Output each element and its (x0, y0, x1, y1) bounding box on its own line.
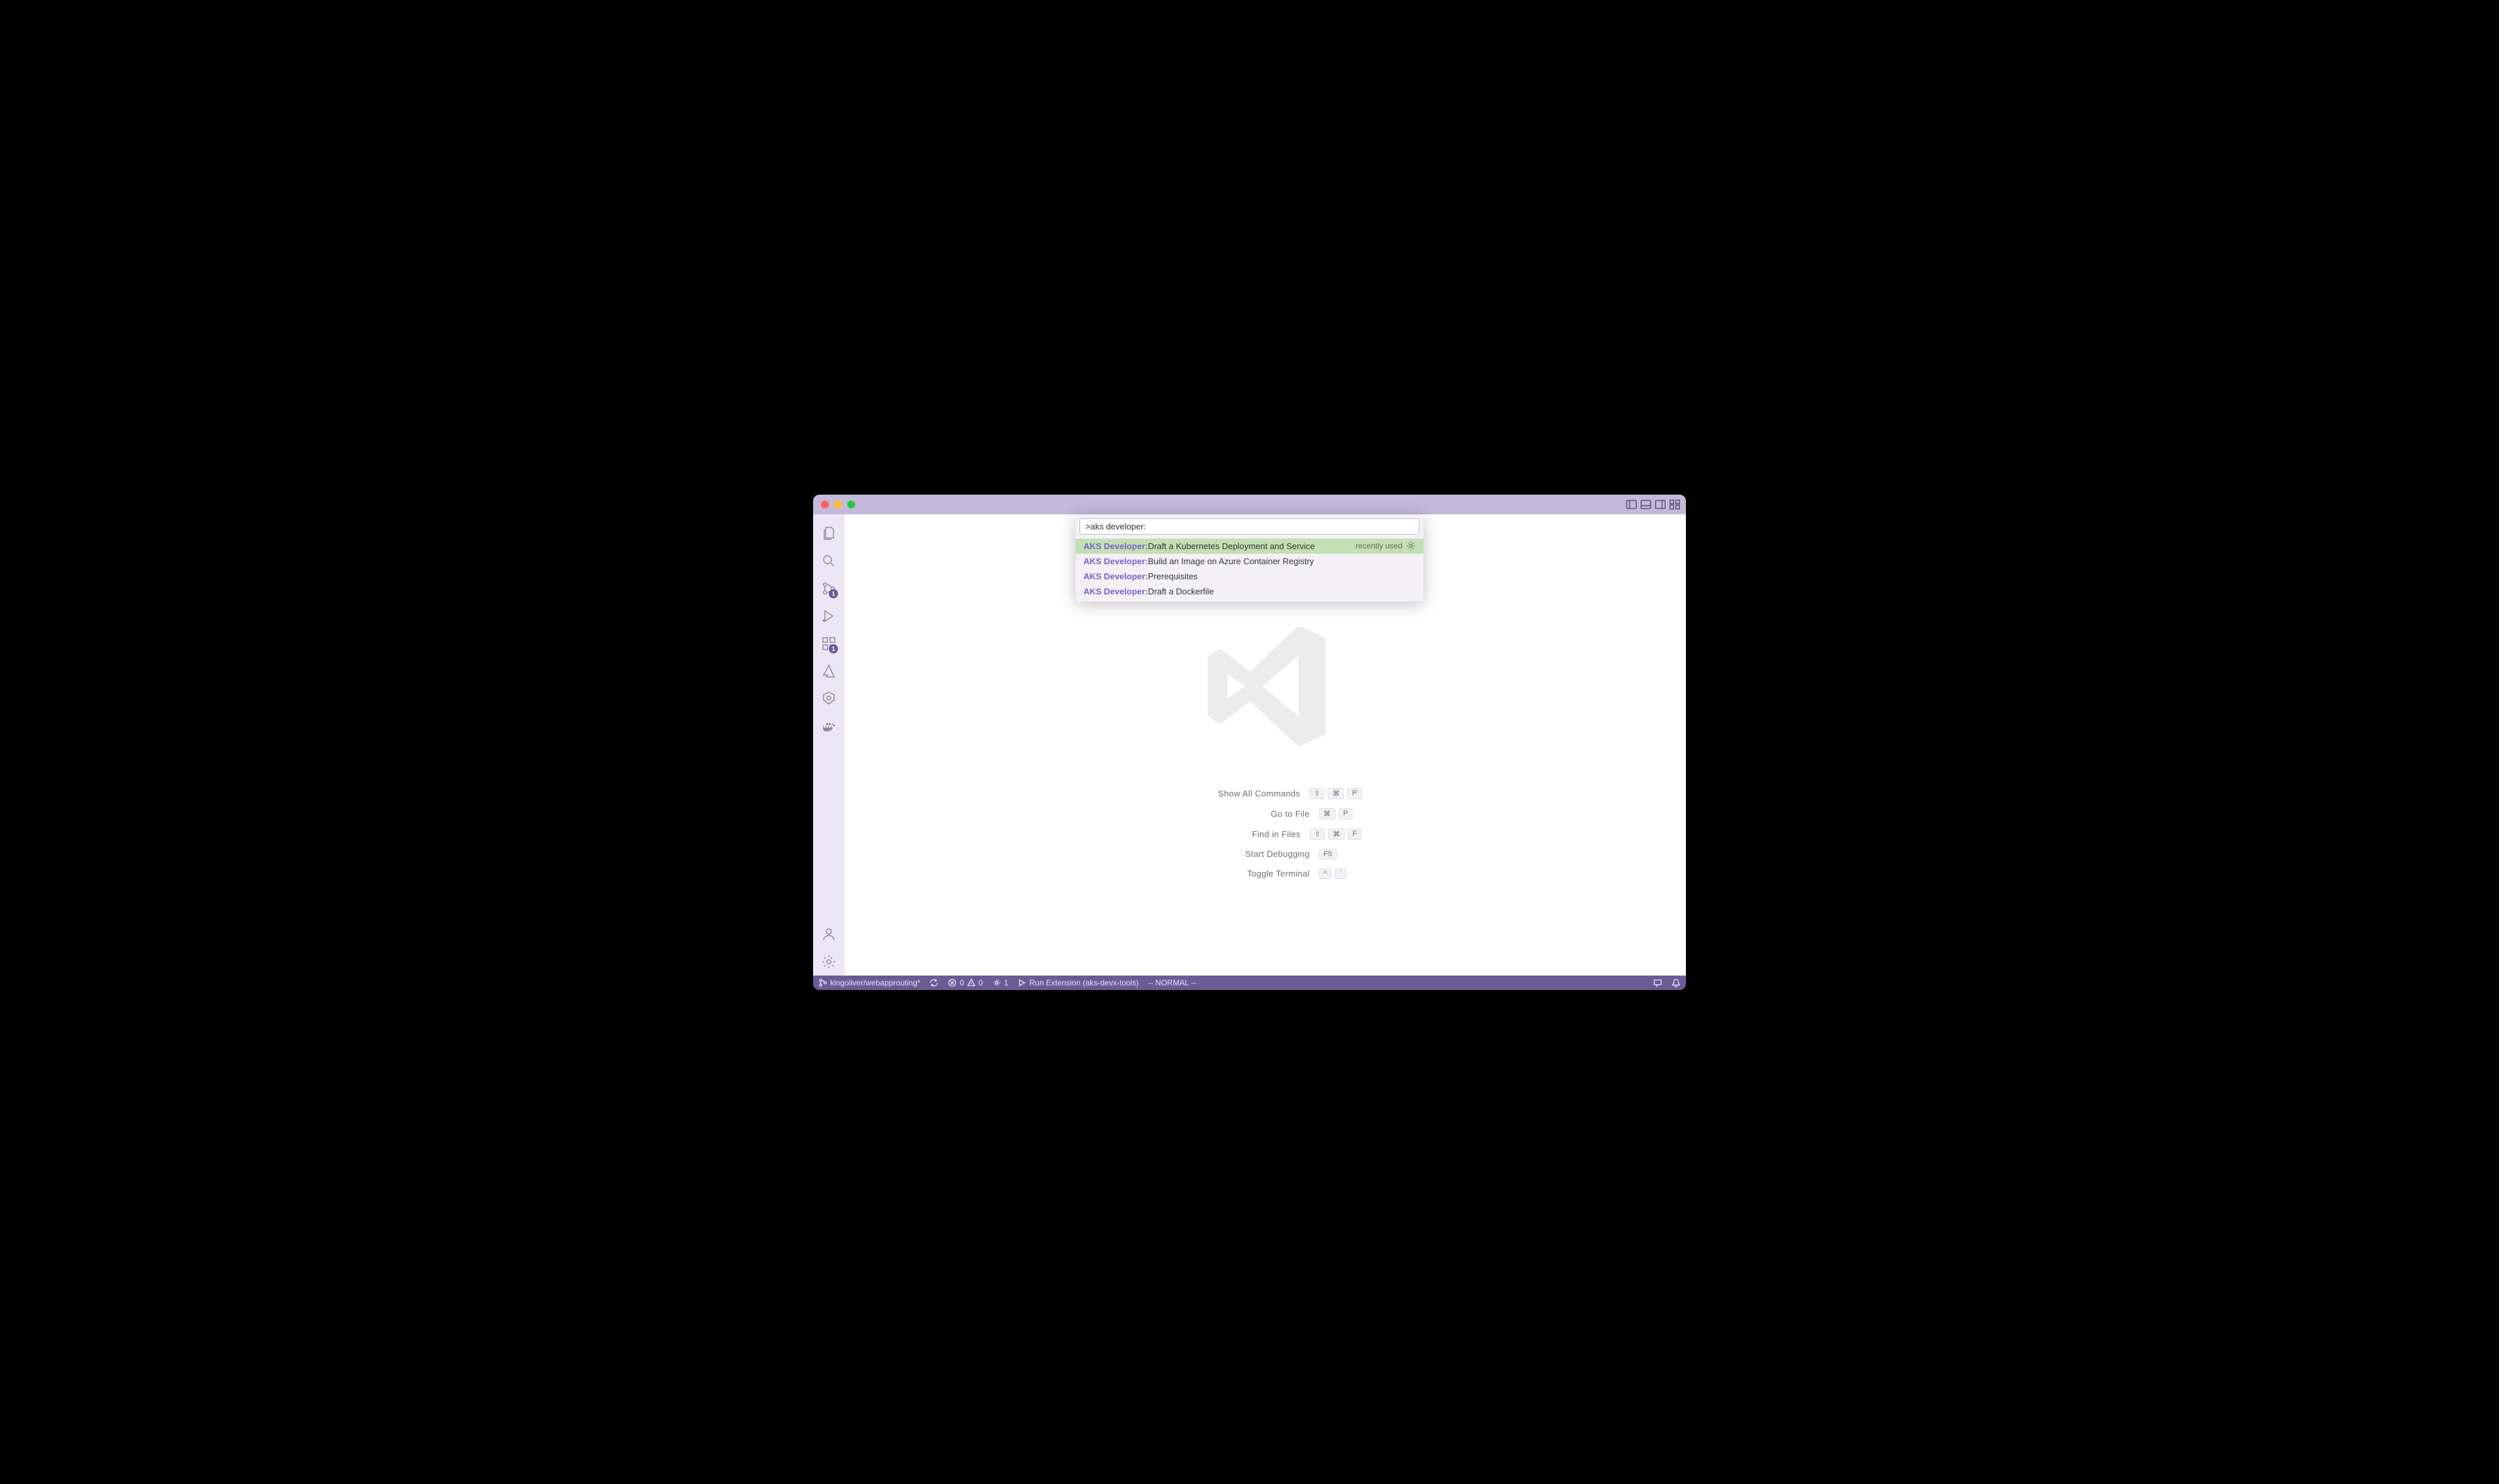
settings-gear-icon[interactable] (813, 948, 845, 976)
command-palette-list: AKS Developer: Draft a Kubernetes Deploy… (1076, 539, 1423, 602)
docker-icon[interactable] (813, 712, 845, 740)
accounts-icon[interactable] (813, 920, 845, 948)
shortcut-keys: ^` (1319, 869, 1362, 879)
keycap: ⌘ (1328, 829, 1345, 840)
keycap: ⇧ (1309, 788, 1324, 799)
status-ports-count: 1 (1004, 978, 1009, 987)
shortcut-label: Toggle Terminal (1179, 869, 1310, 878)
shortcut-label: Show All Commands (1169, 789, 1300, 798)
layout-sidebar-left-icon[interactable] (1626, 499, 1637, 510)
keycap: F (1348, 829, 1362, 840)
recently-used-label: recently used (1356, 541, 1402, 550)
status-sync[interactable] (929, 978, 938, 987)
status-bar: kingoliver/webapprouting* 0 0 1 Run Exte… (813, 976, 1686, 990)
shortcut-row: Find in Files ⇧⌘F (1169, 829, 1362, 840)
command-palette-item[interactable]: AKS Developer: Build an Image on Azure C… (1076, 554, 1423, 569)
command-prefix: AKS Developer: (1083, 571, 1148, 581)
command-palette-item[interactable]: AKS Developer: Prerequisites (1076, 569, 1423, 584)
shortcut-label: Find in Files (1169, 829, 1301, 839)
kubernetes-icon[interactable] (813, 685, 845, 712)
extensions-icon[interactable]: 1 (813, 630, 845, 657)
command-text: Prerequisites (1148, 571, 1198, 581)
command-prefix: AKS Developer: (1083, 541, 1148, 551)
status-run-text: Run Extension (aks-devx-tools) (1029, 978, 1139, 987)
shortcut-keys: F5 (1319, 849, 1362, 859)
command-palette-input[interactable] (1080, 518, 1419, 535)
keycap: ^ (1319, 869, 1332, 879)
vscode-watermark-icon (1190, 611, 1341, 762)
titlebar (813, 495, 1686, 514)
keycap: P (1347, 788, 1361, 799)
command-palette: AKS Developer: Draft a Kubernetes Deploy… (1076, 514, 1423, 602)
command-palette-item[interactable]: AKS Developer: Draft a Dockerfile (1076, 584, 1423, 599)
shortcut-keys: ⇧⌘F (1310, 829, 1362, 840)
explorer-icon[interactable] (813, 520, 845, 547)
run-debug-icon[interactable] (813, 602, 845, 630)
status-bell-icon[interactable] (1671, 978, 1681, 987)
shortcut-row: Start Debugging F5 (1169, 849, 1362, 859)
command-palette-item[interactable]: AKS Developer: Draft a Kubernetes Deploy… (1076, 539, 1423, 554)
status-ports[interactable]: 1 (992, 978, 1009, 987)
shortcut-row: Go to File⌘P (1169, 808, 1362, 819)
activity-bar: 1 1 (813, 514, 845, 976)
layout-customize-icon[interactable] (1669, 499, 1681, 510)
status-problems[interactable]: 0 0 (948, 978, 982, 987)
command-prefix: AKS Developer: (1083, 587, 1148, 596)
command-text: Draft a Dockerfile (1148, 587, 1213, 596)
shortcut-row: Show All Commands ⇧ ⌘P (1169, 788, 1362, 799)
command-prefix: AKS Developer: (1083, 556, 1148, 566)
status-vim-mode: -- NORMAL -- (1148, 978, 1196, 987)
keycap: ⌘ (1319, 808, 1335, 819)
command-text: Build an Image on Azure Container Regist… (1148, 556, 1314, 566)
source-control-icon[interactable]: 1 (813, 575, 845, 602)
status-errors: 0 (959, 978, 964, 987)
status-branch-text: kingoliver/webapprouting* (830, 978, 920, 987)
keycap: ` (1335, 869, 1347, 879)
status-branch[interactable]: kingoliver/webapprouting* (818, 978, 920, 987)
shortcut-keys: ⇧ ⌘P (1309, 788, 1362, 799)
search-icon[interactable] (813, 547, 845, 575)
maximize-window-button[interactable] (847, 501, 855, 508)
status-feedback-icon[interactable] (1653, 978, 1662, 987)
keycap: F5 (1319, 849, 1337, 859)
extensions-badge: 1 (829, 644, 838, 653)
shortcut-label: Start Debugging (1179, 849, 1310, 859)
keycap: ⇧ (1310, 829, 1325, 840)
shortcut-keys: ⌘P (1319, 808, 1362, 819)
command-text: Draft a Kubernetes Deployment and Servic… (1148, 541, 1314, 551)
keycap: P (1339, 808, 1353, 819)
azure-icon[interactable] (813, 657, 845, 685)
status-warnings: 0 (978, 978, 983, 987)
layout-sidebar-right-icon[interactable] (1654, 499, 1666, 510)
close-window-button[interactable] (821, 501, 829, 508)
shortcut-row: Toggle Terminal ^` (1169, 869, 1362, 879)
keycap: ⌘ (1328, 788, 1344, 799)
status-debug[interactable]: Run Extension (aks-devx-tools) (1017, 978, 1139, 987)
shortcut-label: Go to File (1179, 809, 1310, 819)
scm-badge: 1 (829, 589, 838, 598)
welcome-shortcuts: Show All Commands⇧⌘PGo to File⌘PFind in … (1169, 788, 1362, 879)
gear-icon[interactable] (1406, 541, 1416, 550)
minimize-window-button[interactable] (834, 501, 842, 508)
layout-panel-icon[interactable] (1640, 499, 1652, 510)
vscode-window: 1 1 (813, 495, 1686, 990)
